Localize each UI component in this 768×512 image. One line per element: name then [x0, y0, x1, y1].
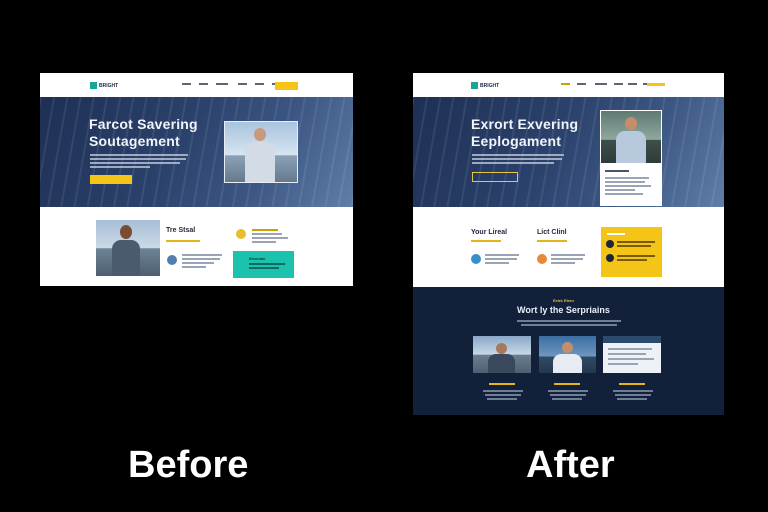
feature-title: Tre Stsal — [166, 227, 196, 234]
nav-item[interactable] — [628, 83, 637, 85]
logo-text: BRIGHT — [99, 82, 119, 89]
person-head — [120, 225, 132, 239]
logo-mark-icon — [471, 82, 478, 89]
profile-photo — [601, 111, 661, 163]
showcase-card-photo[interactable] — [473, 336, 531, 373]
person-body — [112, 240, 140, 276]
hero-cta-button[interactable] — [90, 175, 132, 184]
showcase-section: Eelrk Etenr Wort ly the Serpriains — [413, 287, 724, 415]
showcase-card-screenshot[interactable] — [603, 336, 661, 373]
hero-section: Farcot Savering Soutagement — [40, 97, 353, 207]
nav-menu — [561, 83, 711, 89]
hero-cta-button[interactable] — [472, 172, 518, 182]
person-head — [496, 343, 507, 354]
hero-section: Exrort Exvering Eeplogament — [413, 97, 724, 207]
nav-item[interactable] — [577, 83, 586, 85]
nav-cta-button[interactable] — [647, 83, 665, 86]
feature-title: Your Lireal — [471, 229, 508, 236]
after-screenshot: BRIGHT Exrort Exvering Eeplogament Your … — [413, 73, 724, 415]
section-title: Wort ly the Serpriains — [517, 305, 610, 315]
mini-page-header — [603, 336, 661, 343]
info-icon — [606, 240, 614, 248]
logo-text: BRIGHT — [480, 82, 500, 89]
hero-portrait-photo — [224, 121, 298, 183]
nav-menu — [182, 83, 332, 89]
before-screenshot: BRIGHT Farcot Savering Soutagement Tre S… — [40, 73, 353, 286]
person-head — [625, 117, 637, 130]
highlight-card[interactable]: Iltsnnate — [233, 251, 294, 278]
top-navigation-bar: BRIGHT — [413, 73, 724, 97]
showcase-card-photo[interactable] — [539, 336, 596, 373]
globe-icon — [167, 255, 177, 265]
hero-title-line: Soutagement — [89, 133, 180, 149]
person-body — [488, 354, 515, 373]
site-logo[interactable]: BRIGHT — [471, 82, 499, 89]
after-caption: After — [526, 444, 615, 486]
person-head — [254, 128, 266, 141]
nav-item[interactable] — [255, 83, 264, 85]
nav-item[interactable] — [216, 83, 228, 85]
top-navigation-bar: BRIGHT — [40, 73, 353, 97]
person-head — [562, 342, 573, 353]
highlight-card[interactable] — [601, 227, 662, 277]
before-caption: Before — [128, 444, 249, 486]
hero-title-line: Farcot Savering — [89, 116, 198, 132]
badge-icon — [537, 254, 547, 264]
person-body — [616, 131, 646, 163]
hero-title-line: Eeplogament — [471, 133, 562, 149]
highlight-card-title: Iltsnnate — [249, 256, 266, 261]
info-icon — [606, 254, 614, 262]
person-body — [245, 142, 275, 182]
hero-title: Exrort Exvering Eeplogament — [471, 116, 578, 150]
globe-icon — [471, 254, 481, 264]
nav-item[interactable] — [182, 83, 191, 85]
nav-item[interactable] — [595, 83, 607, 85]
person-body — [553, 354, 582, 373]
feature-title: Lict Clinl — [537, 229, 567, 236]
building-background — [413, 97, 724, 207]
logo-mark-icon — [90, 82, 97, 89]
lightbulb-icon — [236, 229, 246, 239]
nav-item[interactable] — [199, 83, 208, 85]
section-eyebrow: Eelrk Etenr — [553, 298, 575, 303]
hero-title-line: Exrort Exvering — [471, 116, 579, 132]
site-logo[interactable]: BRIGHT — [90, 82, 118, 89]
nav-item[interactable] — [614, 83, 623, 85]
nav-item-active[interactable] — [561, 83, 570, 85]
hero-title: Farcot Savering Soutagement — [89, 116, 198, 150]
building-background — [40, 97, 353, 207]
nav-item[interactable] — [238, 83, 247, 85]
profile-card[interactable] — [600, 110, 662, 206]
nav-cta-button[interactable] — [275, 82, 298, 90]
team-member-photo — [96, 220, 160, 276]
